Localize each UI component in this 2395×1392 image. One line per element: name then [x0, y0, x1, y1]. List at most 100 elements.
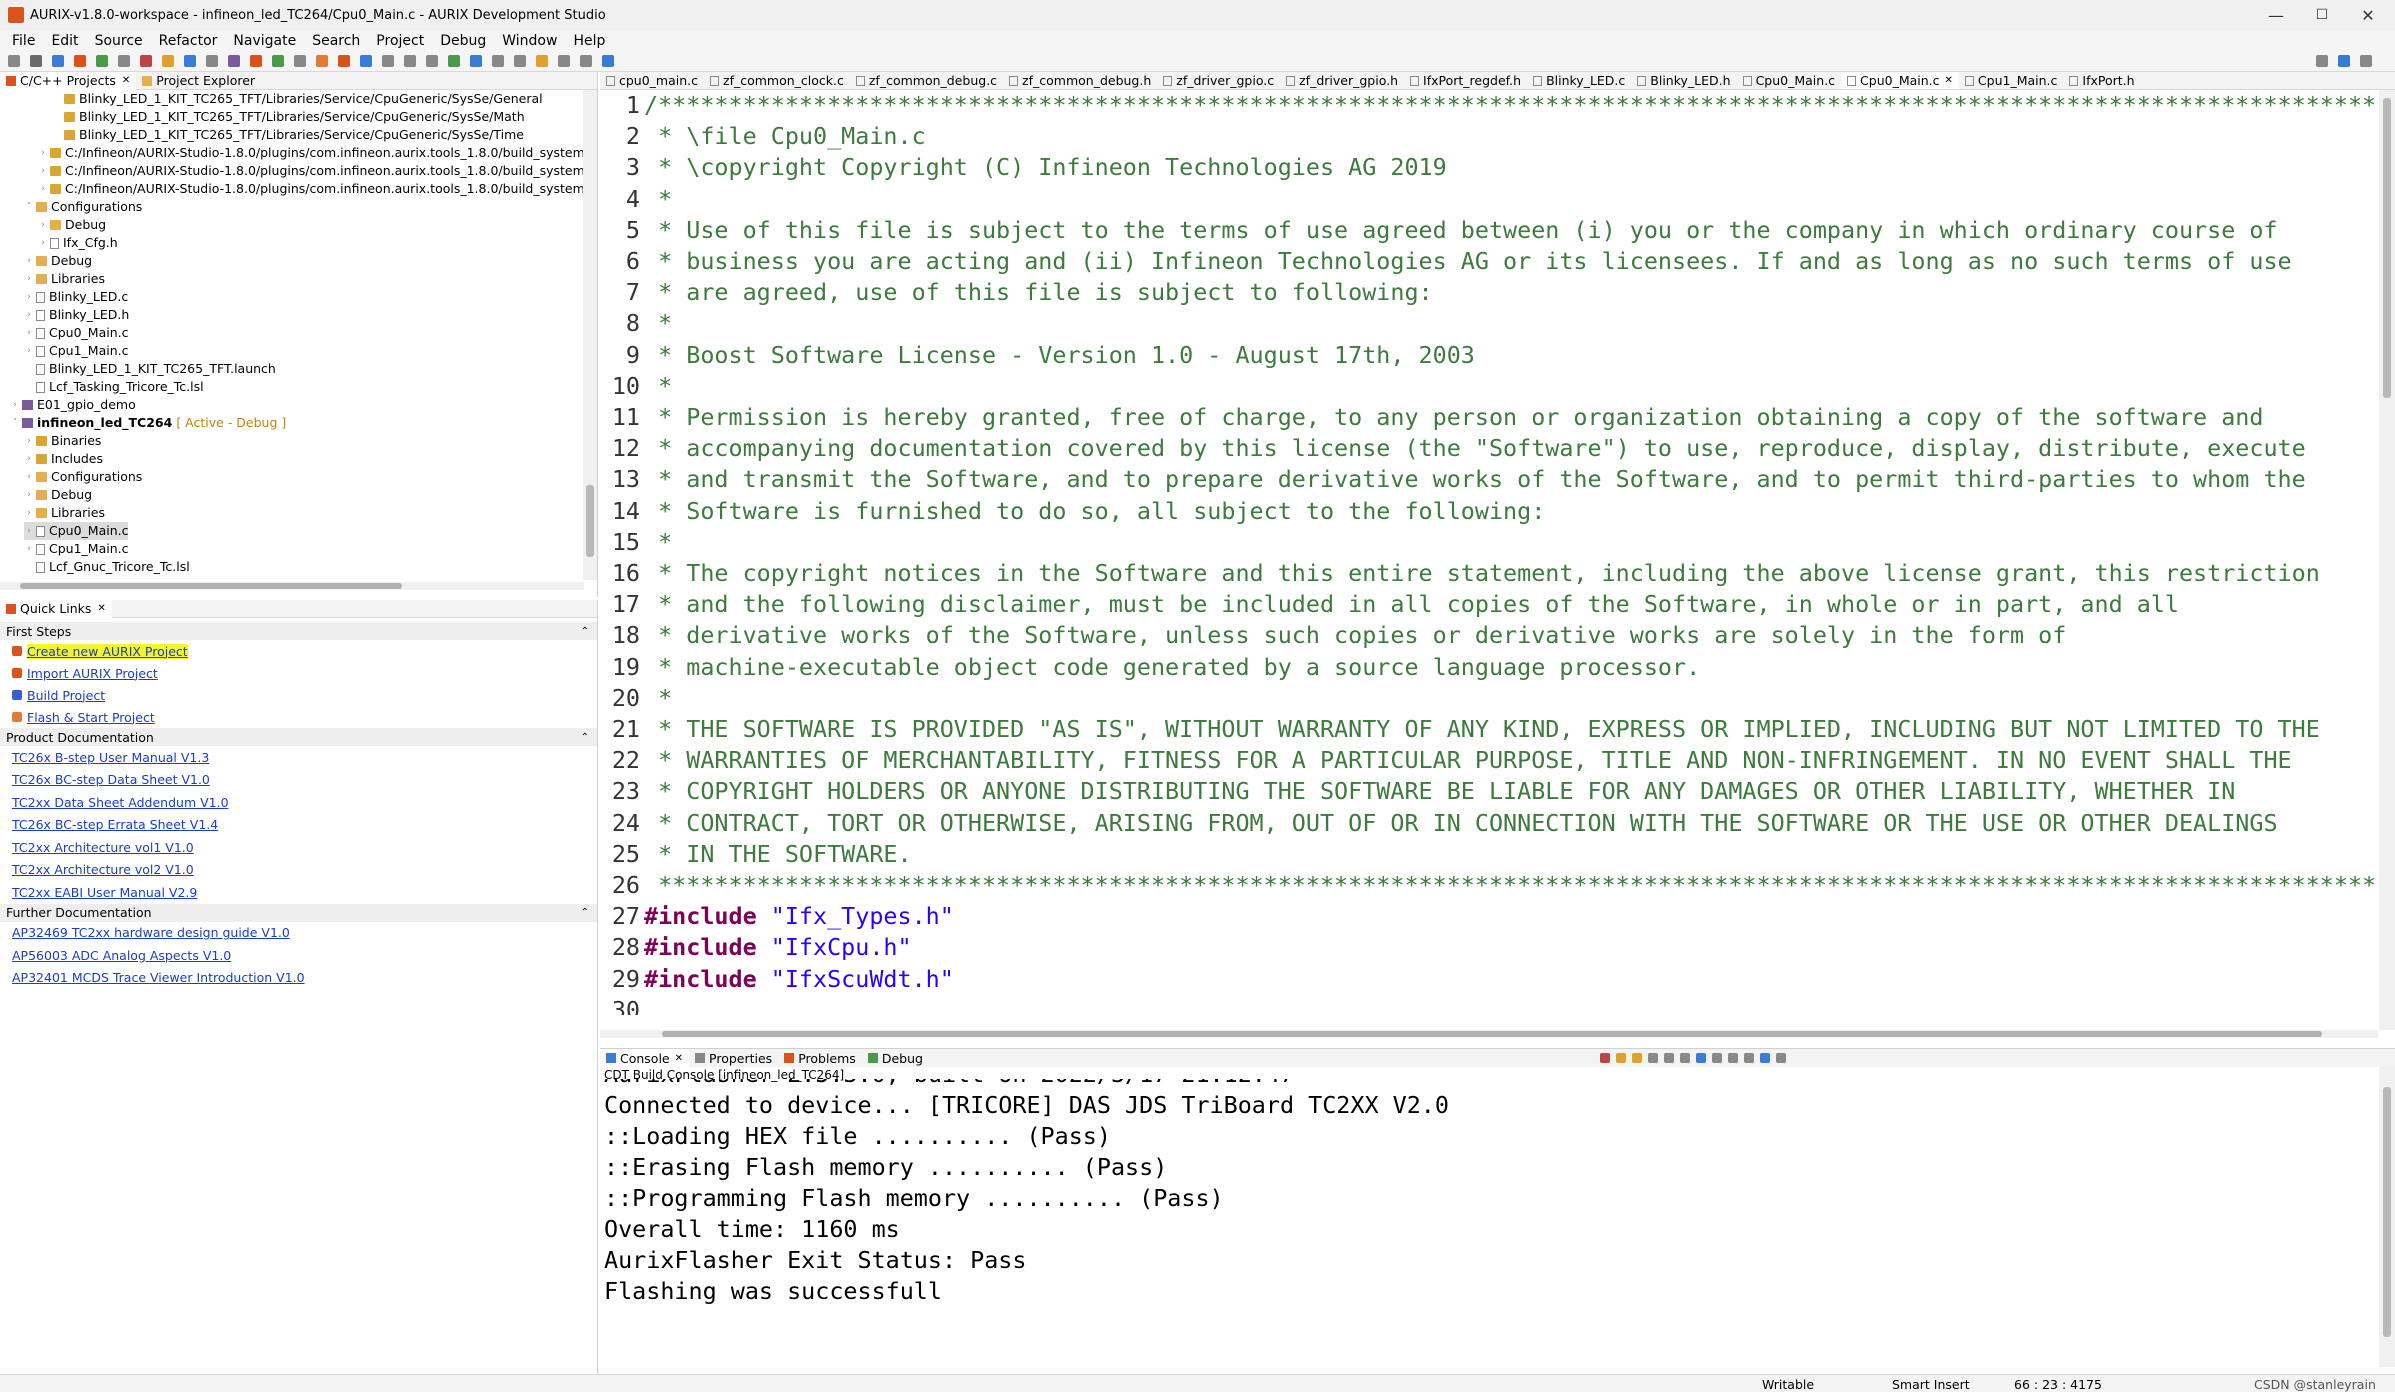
tree-item[interactable]: › Cpu0_Main.c: [24, 522, 129, 540]
further-doc-link[interactable]: AP56003 ADC Analog Aspects V1.0: [0, 944, 597, 967]
maximize-button[interactable]: ☐: [2299, 0, 2345, 30]
quick-link[interactable]: Import AURIX Project: [0, 662, 597, 684]
menu-refactor[interactable]: Refactor: [151, 33, 226, 49]
further-docs-header[interactable]: Further Documentation ⌃: [0, 903, 597, 922]
console-toolbar-icon[interactable]: [1696, 1053, 1706, 1063]
toolbar-icon[interactable]: [404, 55, 416, 67]
expand-arrow-icon[interactable]: ›: [38, 180, 48, 198]
tree-item[interactable]: › C:/Infineon/AURIX-Studio-1.8.0/plugins/…: [38, 180, 584, 198]
project-tree-vscrollbar[interactable]: [583, 90, 597, 580]
toolbar-icon[interactable]: [8, 55, 20, 67]
tree-item[interactable]: › Blinky_LED.c: [24, 288, 128, 306]
tree-item[interactable]: Blinky_LED_1_KIT_TC265_TFT.launch: [24, 360, 276, 378]
tree-item[interactable]: › E01_gpio_demo: [10, 396, 136, 414]
editor-tab[interactable]: Cpu1_Main.c: [1959, 72, 2063, 89]
console-output[interactable]: AurixFlasher 2.5.3.0, built on 2022/3/17…: [604, 1079, 2374, 1369]
toolbar-icon[interactable]: [228, 55, 240, 67]
close-tab-icon[interactable]: ✕: [97, 603, 105, 614]
expand-arrow-icon[interactable]: ›: [24, 540, 34, 558]
close-tab-icon[interactable]: ✕: [122, 75, 130, 86]
editor-tab[interactable]: Blinky_LED.h: [1631, 72, 1736, 89]
console-toolbar-icon[interactable]: [1744, 1053, 1754, 1063]
editor-tab[interactable]: Blinky_LED.c: [1527, 72, 1631, 89]
collapse-icon[interactable]: ⌃: [581, 626, 589, 637]
toolbar-icon[interactable]: [206, 55, 218, 67]
close-tab-icon[interactable]: ✕: [675, 1053, 683, 1064]
tree-item[interactable]: › Debug: [24, 486, 92, 504]
project-tree-hscroll-thumb[interactable]: [20, 583, 402, 589]
editor-tab[interactable]: zf_driver_gpio.h: [1280, 72, 1404, 89]
tree-item[interactable]: Blinky_LED_1_KIT_TC265_TFT/Libraries/Ser…: [52, 90, 543, 108]
close-window-button[interactable]: ✕: [2345, 0, 2391, 30]
toolbar-icon[interactable]: [272, 55, 284, 67]
toolbar-icon[interactable]: [162, 55, 174, 67]
tab-quick-links[interactable]: Quick Links ✕: [0, 599, 112, 618]
toolbar-icon[interactable]: [2360, 55, 2372, 67]
expand-arrow-icon[interactable]: ›: [24, 342, 34, 360]
further-doc-link[interactable]: AP32469 TC2xx hardware design guide V1.0: [0, 922, 597, 945]
expand-arrow-icon[interactable]: ›: [24, 306, 34, 324]
tree-item[interactable]: › Cpu1_Main.c: [24, 540, 128, 558]
toolbar-icon[interactable]: [580, 55, 592, 67]
further-doc-link[interactable]: AP32401 MCDS Trace Viewer Introduction V…: [0, 967, 597, 990]
editor-tab[interactable]: zf_common_clock.c: [704, 72, 850, 89]
quick-link[interactable]: Create new AURIX Project: [0, 640, 597, 662]
code-area[interactable]: 1/**************************************…: [600, 90, 2375, 1015]
console-vscroll-thumb[interactable]: [2383, 1087, 2391, 1337]
console-toolbar-icon[interactable]: [1600, 1053, 1610, 1063]
editor-tab[interactable]: IfxPort.h: [2063, 72, 2140, 89]
close-tab-icon[interactable]: ✕: [1945, 75, 1953, 86]
console-toolbar-icon[interactable]: [1712, 1053, 1722, 1063]
console-toolbar-icon[interactable]: [1648, 1053, 1658, 1063]
console-tab-problems[interactable]: Problems: [778, 1049, 862, 1067]
editor-tab[interactable]: zf_common_debug.c: [850, 72, 1003, 89]
product-doc-link[interactable]: TC2xx EABI User Manual V2.9: [0, 881, 597, 904]
editor-tab[interactable]: cpu0_main.c: [600, 72, 704, 89]
minimize-button[interactable]: —: [2253, 0, 2299, 30]
tree-item[interactable]: › Libraries: [24, 504, 105, 522]
quick-link[interactable]: Build Project: [0, 684, 597, 706]
editor-tab[interactable]: zf_driver_gpio.c: [1157, 72, 1280, 89]
first-steps-header[interactable]: First Steps ⌃: [0, 622, 597, 640]
tree-item[interactable]: › Blinky_LED.h: [24, 306, 129, 324]
menu-file[interactable]: File: [4, 33, 43, 49]
toolbar-icon[interactable]: [30, 55, 42, 67]
product-doc-link[interactable]: TC2xx Architecture vol1 V1.0: [0, 836, 597, 859]
toolbar-icon[interactable]: [316, 55, 328, 67]
toolbar-icon[interactable]: [294, 55, 306, 67]
tree-item[interactable]: Lcf_Tasking_Tricore_Tc.lsl: [24, 378, 204, 396]
console-toolbar-icon[interactable]: [1728, 1053, 1738, 1063]
collapse-icon[interactable]: ⌃: [581, 732, 589, 743]
tree-item[interactable]: › C:/Infineon/AURIX-Studio-1.8.0/plugins/…: [38, 162, 584, 180]
expand-arrow-icon[interactable]: ˅: [10, 414, 20, 432]
product-doc-link[interactable]: TC26x BC-step Data Sheet V1.0: [0, 769, 597, 792]
toolbar-icon[interactable]: [470, 55, 482, 67]
expand-arrow-icon[interactable]: ›: [38, 162, 48, 180]
toolbar-icon[interactable]: [338, 55, 350, 67]
toolbar-icon[interactable]: [360, 55, 372, 67]
menu-source[interactable]: Source: [87, 33, 151, 49]
toolbar-icon[interactable]: [558, 55, 570, 67]
toolbar-icon[interactable]: [52, 55, 64, 67]
console-toolbar-icon[interactable]: [1616, 1053, 1626, 1063]
toolbar-icon[interactable]: [492, 55, 504, 67]
tree-item[interactable]: Lcf_Gnuc_Tricore_Tc.lsl: [24, 558, 190, 576]
console-tab-debug[interactable]: Debug: [862, 1049, 929, 1067]
expand-arrow-icon[interactable]: ›: [24, 270, 34, 288]
product-doc-link[interactable]: TC2xx Data Sheet Addendum V1.0: [0, 791, 597, 814]
console-toolbar-icon[interactable]: [1760, 1053, 1770, 1063]
expand-arrow-icon[interactable]: ›: [24, 522, 34, 540]
tree-item[interactable]: › Debug: [24, 252, 92, 270]
toolbar-icon[interactable]: [536, 55, 548, 67]
tree-item[interactable]: › Cpu0_Main.c: [24, 324, 128, 342]
tree-item[interactable]: ˅ Configurations: [24, 198, 143, 216]
product-docs-header[interactable]: Product Documentation ⌃: [0, 728, 597, 746]
console-toolbar-icon[interactable]: [1632, 1053, 1642, 1063]
console-toolbar-icon[interactable]: [1776, 1053, 1786, 1063]
project-tree-hscrollbar[interactable]: [0, 582, 584, 590]
toolbar-icon[interactable]: [118, 55, 130, 67]
expand-arrow-icon[interactable]: ›: [24, 486, 34, 504]
expand-arrow-icon[interactable]: ›: [24, 324, 34, 342]
toolbar-icon[interactable]: [140, 55, 152, 67]
tree-item[interactable]: › Includes: [24, 450, 103, 468]
